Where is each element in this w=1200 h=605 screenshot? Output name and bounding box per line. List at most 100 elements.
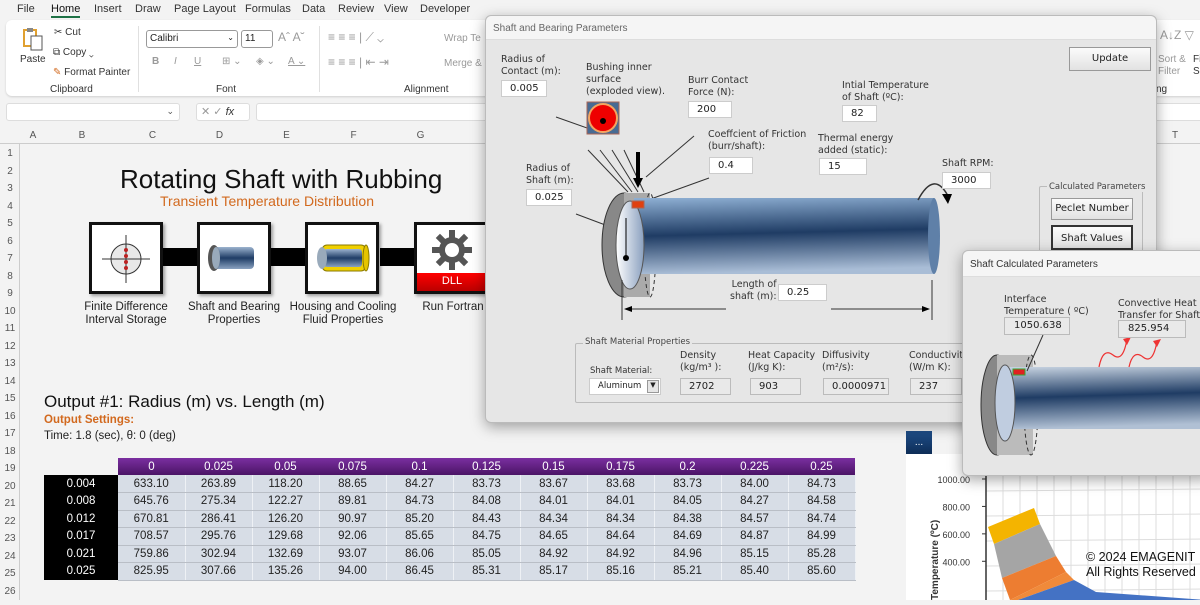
table-cell[interactable]: 83.73 [654, 475, 722, 493]
table-cell[interactable]: 302.94 [185, 545, 253, 563]
table-cell[interactable]: 84.74 [788, 510, 856, 528]
column-header[interactable]: F [320, 130, 387, 141]
housing-properties-button[interactable] [305, 222, 379, 294]
table-cell[interactable]: 85.05 [453, 545, 521, 563]
table-cell[interactable]: 85.65 [386, 527, 454, 546]
table-cell[interactable]: 670.81 [118, 510, 186, 528]
font-color-icon[interactable]: A ⌄ [288, 56, 305, 67]
table-cell[interactable]: 83.73 [453, 475, 521, 493]
vertical-align-icons[interactable]: ≡ ≡ ≡ | ⟋ ⌄ [328, 30, 384, 45]
table-cell[interactable]: 89.81 [319, 492, 387, 511]
format-painter-button[interactable]: ✎ Format Painter [53, 67, 130, 78]
column-header[interactable]: B [45, 130, 119, 141]
row-header[interactable]: 20 [0, 481, 20, 492]
row-header[interactable]: 13 [0, 358, 20, 369]
tab-file[interactable]: File [17, 3, 35, 15]
name-box[interactable]: ⌄ [6, 103, 180, 121]
peclet-number-button[interactable]: Peclet Number [1051, 198, 1133, 220]
table-cell[interactable]: 84.43 [453, 510, 521, 528]
row-header[interactable]: 18 [0, 446, 20, 457]
font-name-select[interactable]: Calibri ⌄ [146, 30, 238, 48]
table-cell[interactable]: 84.01 [587, 492, 655, 511]
row-header[interactable]: 2 [0, 166, 20, 177]
row-header[interactable]: 21 [0, 498, 20, 509]
tab-insert[interactable]: Insert [94, 3, 122, 15]
table-cell[interactable]: 85.15 [721, 545, 789, 563]
row-header[interactable]: 14 [0, 376, 20, 387]
table-cell[interactable]: 84.75 [453, 527, 521, 546]
table-cell[interactable]: 83.67 [520, 475, 588, 493]
table-cell[interactable]: 92.06 [319, 527, 387, 546]
cut-button[interactable]: ✂ Cut [54, 27, 81, 38]
column-header[interactable]: E [253, 130, 320, 141]
row-header[interactable]: 1 [0, 148, 20, 159]
row-header[interactable]: 17 [0, 428, 20, 439]
row-header[interactable]: 16 [0, 411, 20, 422]
friction-input[interactable]: 0.4 [709, 157, 753, 174]
table-cell[interactable]: 126.20 [252, 510, 320, 528]
row-header[interactable]: 11 [0, 323, 20, 334]
tab-page-layout[interactable]: Page Layout [174, 3, 236, 15]
italic-button[interactable]: I [174, 56, 177, 67]
table-cell[interactable]: 135.26 [252, 562, 320, 581]
table-cell[interactable]: 86.06 [386, 545, 454, 563]
horizontal-align-icons[interactable]: ≡ ≡ ≡ | ⇤ ⇥ [328, 55, 389, 69]
column-header[interactable]: T [1160, 130, 1190, 141]
table-cell[interactable]: 84.64 [587, 527, 655, 546]
thermal-energy-input[interactable]: 15 [819, 158, 867, 175]
sort-button[interactable]: Sort & [1158, 54, 1186, 65]
table-cell[interactable]: 84.65 [520, 527, 588, 546]
row-header[interactable]: 25 [0, 568, 20, 579]
material-select[interactable]: Aluminum ▼ [589, 378, 661, 395]
table-cell[interactable]: 84.73 [386, 492, 454, 511]
run-fortran-button[interactable]: DLL [414, 222, 490, 294]
cancel-icon[interactable]: ✕ [201, 106, 210, 118]
row-header[interactable]: 23 [0, 533, 20, 544]
table-cell[interactable]: 84.96 [654, 545, 722, 563]
table-cell[interactable]: 84.00 [721, 475, 789, 493]
select-button[interactable]: Se [1193, 66, 1200, 77]
table-cell[interactable]: 84.34 [520, 510, 588, 528]
row-header[interactable]: 24 [0, 551, 20, 562]
table-cell[interactable]: 307.66 [185, 562, 253, 581]
underline-button[interactable]: U [194, 56, 201, 67]
chart-options-button[interactable]: ... [906, 431, 932, 456]
copy-button[interactable]: ⧉ Copy ⌄ [53, 47, 94, 58]
table-cell[interactable]: 84.73 [788, 475, 856, 493]
confirm-icon[interactable]: ✓ [213, 106, 222, 118]
table-cell[interactable]: 129.68 [252, 527, 320, 546]
row-header[interactable]: 7 [0, 253, 20, 264]
table-cell[interactable]: 825.95 [118, 562, 186, 581]
radius-contact-input[interactable]: 0.005 [501, 80, 547, 97]
row-header[interactable]: 19 [0, 463, 20, 474]
tab-view[interactable]: View [384, 3, 408, 15]
row-header[interactable]: 26 [0, 586, 20, 597]
shaft-values-button[interactable]: Shaft Values [1051, 225, 1133, 250]
table-cell[interactable]: 759.86 [118, 545, 186, 563]
initial-temp-input[interactable]: 82 [842, 105, 877, 122]
finite-difference-button[interactable] [89, 222, 163, 294]
row-header[interactable]: 9 [0, 288, 20, 299]
table-cell[interactable]: 84.92 [520, 545, 588, 563]
font-size-select[interactable]: 11 [241, 30, 273, 48]
table-cell[interactable]: 645.76 [118, 492, 186, 511]
table-cell[interactable]: 90.97 [319, 510, 387, 528]
length-input[interactable]: 0.25 [778, 284, 827, 301]
row-header[interactable]: 6 [0, 236, 20, 247]
table-cell[interactable]: 263.89 [185, 475, 253, 493]
table-cell[interactable]: 85.20 [386, 510, 454, 528]
table-cell[interactable]: 275.34 [185, 492, 253, 511]
table-cell[interactable]: 83.68 [587, 475, 655, 493]
table-cell[interactable]: 122.27 [252, 492, 320, 511]
table-cell[interactable]: 94.00 [319, 562, 387, 581]
table-cell[interactable]: 85.60 [788, 562, 856, 581]
table-cell[interactable]: 633.10 [118, 475, 186, 493]
tab-review[interactable]: Review [338, 3, 374, 15]
dropdown-arrow-icon[interactable]: ▼ [647, 380, 659, 393]
table-cell[interactable]: 85.31 [453, 562, 521, 581]
tab-data[interactable]: Data [302, 3, 325, 15]
row-header[interactable]: 3 [0, 183, 20, 194]
filter-button[interactable]: Filter [1158, 66, 1180, 77]
fx-icon[interactable]: fx [226, 106, 235, 118]
table-cell[interactable]: 84.69 [654, 527, 722, 546]
